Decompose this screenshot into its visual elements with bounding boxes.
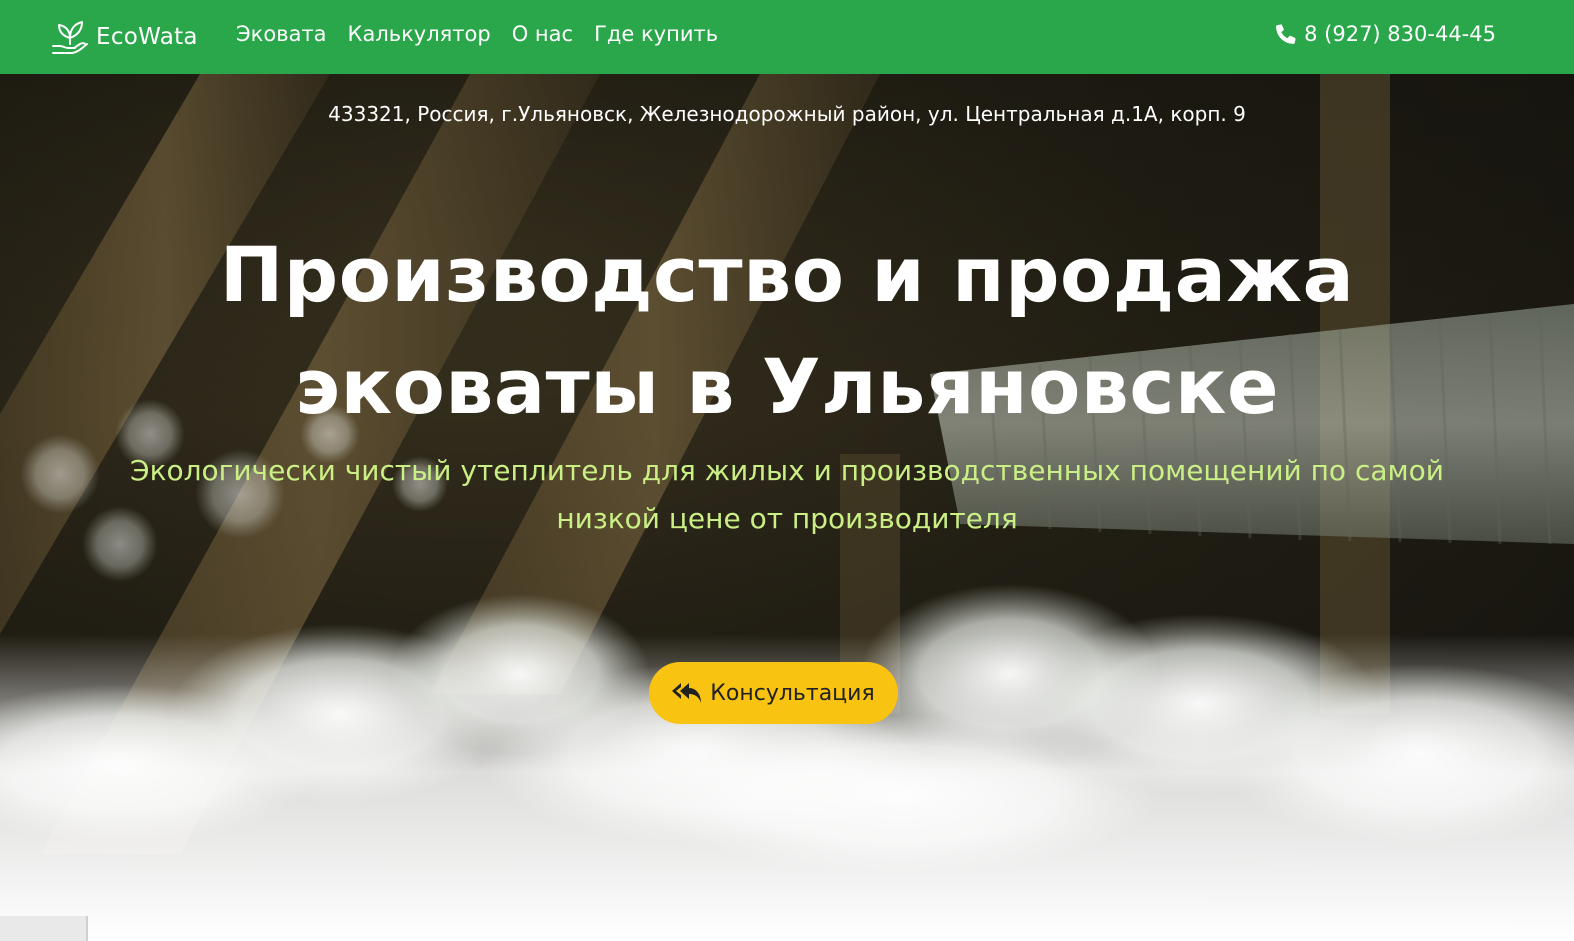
nav-item-calculator[interactable]: Калькулятор <box>348 22 491 46</box>
phone-number: 8 (927) 830-44-45 <box>1304 22 1496 46</box>
nav-item-where-to-buy[interactable]: Где купить <box>594 22 718 46</box>
nav-item-about[interactable]: О нас <box>512 22 573 46</box>
consultation-button-label: Консультация <box>710 680 875 706</box>
consultation-button[interactable]: Консультация <box>649 662 898 724</box>
leaf-hand-icon <box>52 21 88 54</box>
phone-link[interactable]: 8 (927) 830-44-45 <box>1274 22 1496 46</box>
hero-subtitle: Экологически чистый утеплитель для жилых… <box>37 447 1537 543</box>
hero-title-line-2: эковаты в Ульяновске <box>294 342 1280 431</box>
top-navbar: EcoWata Эковата Калькулятор О нас Где ку… <box>0 0 1574 74</box>
phone-icon <box>1276 24 1296 44</box>
hero-title: Производство и продажа эковаты в Ульянов… <box>87 219 1487 443</box>
brand-name: EcoWata <box>96 24 198 50</box>
hero-section: 433321, Россия, г.Ульяновск, Железнодоро… <box>0 74 1574 941</box>
hero-subtitle-line-2: низкой цене от производителя <box>556 502 1018 535</box>
company-address: 433321, Россия, г.Ульяновск, Железнодоро… <box>328 102 1246 126</box>
main-nav: Эковата Калькулятор О нас Где купить <box>236 22 718 46</box>
corner-widget-tab[interactable] <box>0 916 88 941</box>
brand-logo[interactable]: EcoWata <box>50 16 198 58</box>
hero-title-line-1: Производство и продажа <box>219 230 1355 319</box>
nav-item-ecowool[interactable]: Эковата <box>236 22 327 46</box>
hero-subtitle-line-1: Экологически чистый утеплитель для жилых… <box>130 454 1444 487</box>
reply-all-icon <box>672 683 702 703</box>
